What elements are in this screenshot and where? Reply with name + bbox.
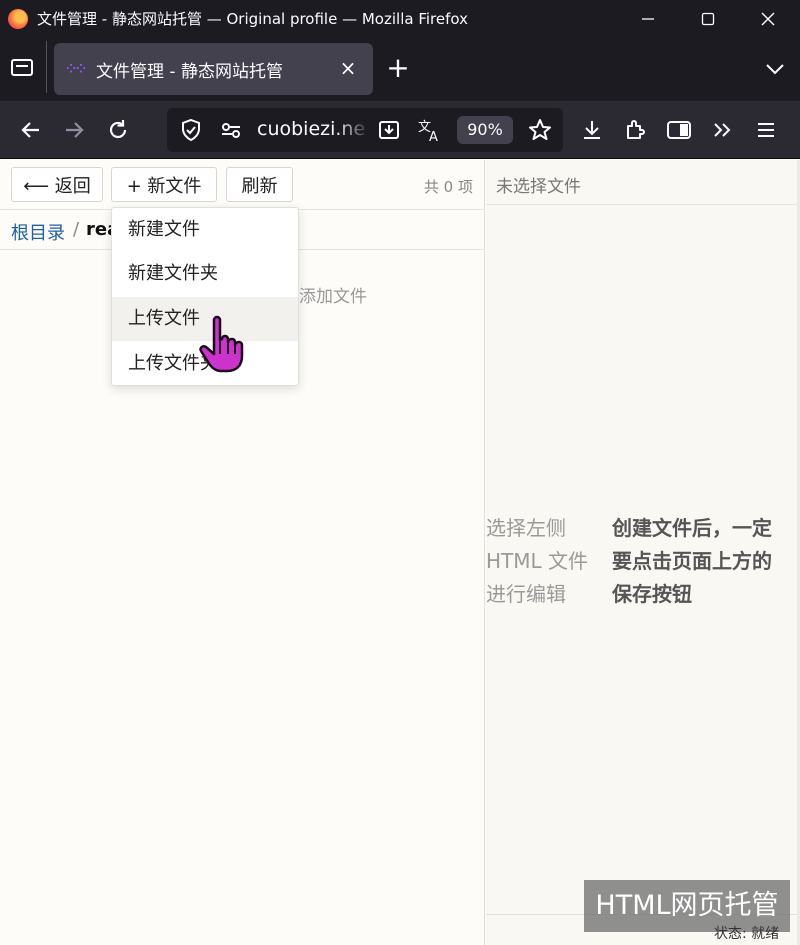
close-icon: [761, 12, 775, 25]
breadcrumb-root-link[interactable]: 根目录: [11, 219, 65, 245]
file-toolbar: ⟵ 返回 + 新文件 刷新 共 0 项: [0, 160, 485, 210]
nav-toolbar: cuobiezi.net 文A 90%: [0, 101, 800, 159]
install-icon[interactable]: [377, 118, 401, 142]
save-notice: 创建文件后，一定 要点击页面上方的 保存按钮: [612, 516, 772, 606]
new-file-button[interactable]: + 新文件: [111, 167, 217, 202]
minimize-icon: [642, 17, 654, 20]
back-button[interactable]: [14, 113, 48, 147]
tabs-list-icon: [11, 59, 33, 76]
back-page-button[interactable]: ⟵ 返回: [11, 167, 103, 202]
menu-item-new-folder[interactable]: 新建文件夹: [112, 252, 298, 296]
editor-header: 未选择文件: [486, 160, 800, 205]
forward-button[interactable]: [57, 113, 91, 147]
maximize-icon: [701, 12, 715, 25]
editor-file-title: 未选择文件: [496, 177, 581, 197]
file-browser-pane: ⟵ 返回 + 新文件 刷新 共 0 项 根目录 / rea 添加文件 新建文件 …: [0, 160, 485, 945]
menu-icon: [758, 123, 774, 137]
overflow-menu-button[interactable]: [705, 113, 739, 147]
forward-arrow-icon: [66, 122, 84, 138]
extensions-button[interactable]: [618, 113, 652, 147]
item-count: 共 0 项: [423, 178, 473, 196]
reload-icon: [109, 120, 127, 139]
status-text: 状态: 就绪: [714, 926, 780, 942]
plus-icon: +: [386, 51, 410, 84]
maximize-button[interactable]: [678, 0, 738, 37]
overflow-icon: [714, 123, 731, 137]
sidebar-button[interactable]: [662, 113, 696, 147]
firefox-logo-icon: [8, 8, 28, 29]
empty-list-hint: 添加文件: [299, 287, 367, 307]
window-title: 文件管理 - 静态网站托管 — Original profile — Mozil…: [37, 10, 468, 28]
downloads-button[interactable]: [575, 113, 609, 147]
tab-close-button[interactable]: ×: [337, 57, 359, 79]
minimize-button[interactable]: [618, 0, 678, 37]
tab-file-manager[interactable]: ⁘⁘ 文件管理 - 静态网站托管 ×: [54, 43, 373, 95]
svg-text:A: A: [429, 130, 438, 143]
tab-bar: ⁘⁘ 文件管理 - 静态网站托管 × +: [0, 37, 800, 101]
zoom-level-button[interactable]: 90%: [457, 116, 513, 144]
window-titlebar: 文件管理 - 静态网站托管 — Original profile — Mozil…: [0, 0, 800, 37]
url-bar[interactable]: cuobiezi.net 文A 90%: [167, 108, 563, 152]
close-window-button[interactable]: [738, 0, 798, 37]
page-content: ⟵ 返回 + 新文件 刷新 共 0 项 根目录 / rea 添加文件 新建文件 …: [0, 160, 800, 945]
extensions-icon: [627, 120, 645, 139]
star-icon[interactable]: [527, 117, 553, 143]
back-arrow-icon: [21, 122, 39, 138]
shield-icon[interactable]: [179, 118, 203, 142]
hand-pointer-icon: [199, 315, 244, 373]
download-icon: [584, 121, 600, 139]
sidebar-icon: [667, 121, 691, 139]
new-tab-button[interactable]: +: [384, 54, 412, 83]
tab-favicon-icon: ⁘⁘: [66, 62, 87, 76]
permissions-icon[interactable]: [219, 118, 243, 142]
app-menu-button[interactable]: [749, 113, 783, 147]
list-all-tabs-button[interactable]: [760, 55, 790, 83]
breadcrumb-separator: /: [73, 219, 80, 240]
refresh-button[interactable]: 刷新: [226, 167, 293, 202]
tab-separator: [46, 41, 47, 93]
menu-item-new-file[interactable]: 新建文件: [112, 208, 298, 252]
chevron-down-icon: [766, 64, 784, 75]
reload-button[interactable]: [101, 113, 135, 147]
tabs-list-button[interactable]: [6, 51, 38, 83]
editor-placeholder: 选择左侧 HTML 文件 进行编辑: [486, 516, 589, 606]
tab-title: 文件管理 - 静态网站托管: [96, 61, 283, 82]
translate-icon[interactable]: 文A: [417, 117, 443, 143]
editor-pane: 未选择文件 选择左侧 HTML 文件 进行编辑 创建文件后，一定 要点击页面上方…: [486, 160, 800, 945]
